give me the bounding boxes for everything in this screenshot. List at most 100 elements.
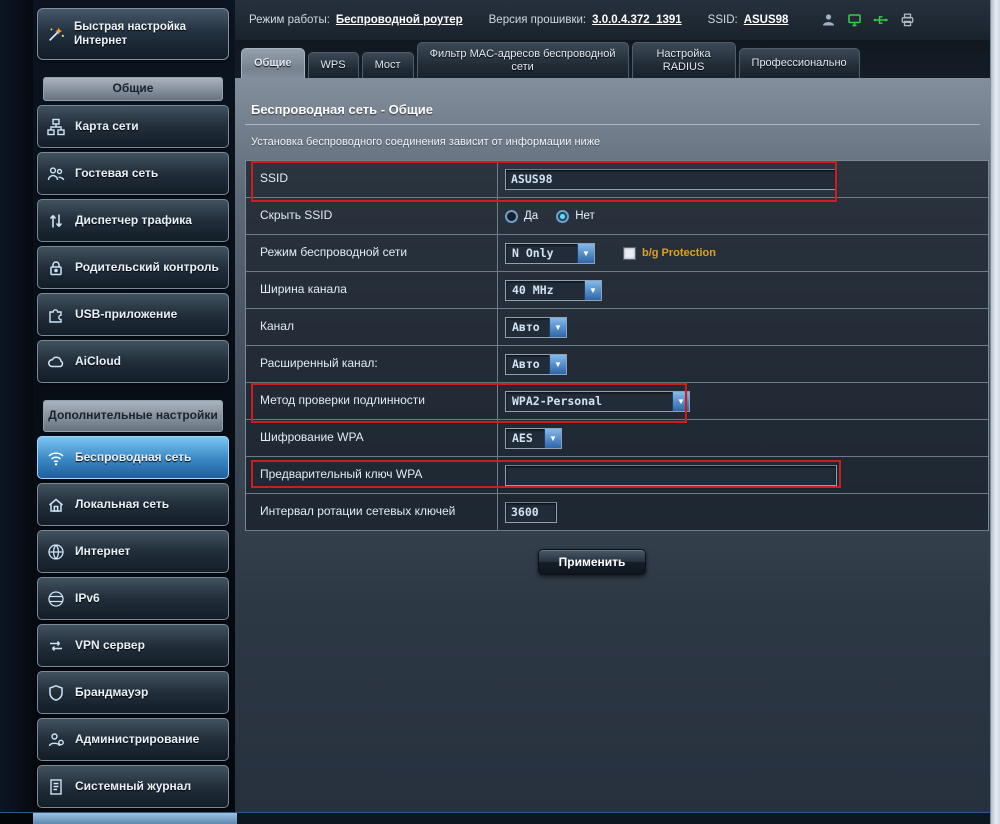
- channel-width-select[interactable]: 40 MHz ▼: [505, 280, 602, 301]
- channel-select[interactable]: Авто ▼: [505, 317, 567, 338]
- sidebar-item-label: Брандмауэр: [75, 686, 148, 700]
- clients-icon[interactable]: [820, 12, 837, 28]
- sidebar-item-label: USB-приложение: [75, 308, 177, 322]
- router-admin-page: Быстрая настройка Интернет Общие Карта с…: [0, 0, 1000, 824]
- sidebar-item-wireless[interactable]: Беспроводная сеть: [37, 436, 229, 479]
- key-rotation-label: Интервал ротации сетевых ключей: [246, 494, 498, 530]
- sidebar-item-parental-control[interactable]: Родительский контроль: [37, 246, 229, 289]
- form-row-wireless-mode: Режим беспроводной сети N Only ▼ b/g Pro…: [246, 235, 988, 272]
- tab-mac-filter[interactable]: Фильтр MAC-адресов беспроводной сети: [417, 42, 629, 78]
- channel-width-label: Ширина канала: [246, 272, 498, 308]
- tab-radius[interactable]: Настройка RADIUS: [632, 42, 736, 78]
- wireless-icon: [46, 449, 66, 467]
- form-row-wpa-key: Предварительный ключ WPA: [246, 457, 988, 494]
- hide-ssid-yes-radio[interactable]: [505, 210, 518, 223]
- key-rotation-input[interactable]: [505, 502, 557, 523]
- firmware-value-link[interactable]: 3.0.0.4.372_1391: [592, 14, 682, 26]
- printer-status-icon[interactable]: [899, 12, 916, 28]
- usb-status-icon[interactable]: [872, 12, 890, 28]
- sidebar-item-label: IPv6: [75, 592, 100, 606]
- chevron-down-icon: ▼: [672, 392, 689, 411]
- sidebar-item-guest-network[interactable]: Гостевая сеть: [37, 152, 229, 195]
- extension-channel-select[interactable]: Авто ▼: [505, 354, 567, 375]
- tab-bridge[interactable]: Мост: [362, 52, 414, 78]
- network-status-icon[interactable]: [846, 12, 863, 28]
- wireless-mode-value: N Only: [506, 244, 577, 263]
- tab-general[interactable]: Общие: [241, 48, 305, 78]
- sidebar-header-general: Общие: [43, 77, 223, 101]
- wireless-mode-label: Режим беспроводной сети: [246, 235, 498, 271]
- syslog-icon: [46, 778, 66, 796]
- auth-method-value: WPA2-Personal: [506, 392, 672, 411]
- usb-app-icon: [46, 306, 66, 324]
- form-row-extension-channel: Расширенный канал: Авто ▼: [246, 346, 988, 383]
- sidebar-item-lan[interactable]: Локальная сеть: [37, 483, 229, 526]
- wpa-key-input[interactable]: [505, 465, 837, 486]
- traffic-manager-icon: [46, 212, 66, 230]
- auth-method-select[interactable]: WPA2-Personal ▼: [505, 391, 690, 412]
- hide-ssid-no-label: Нет: [575, 210, 595, 222]
- form-row-ssid: SSID: [246, 161, 988, 198]
- sidebar-item-vpn-server[interactable]: VPN сервер: [37, 624, 229, 667]
- wpa-encryption-label: Шифрование WPA: [246, 420, 498, 456]
- firewall-icon: [46, 684, 66, 702]
- ssid-input[interactable]: [505, 169, 837, 190]
- chevron-down-icon: ▼: [549, 355, 566, 374]
- mode-value-link[interactable]: Беспроводной роутер: [336, 14, 463, 26]
- lan-icon: [46, 496, 66, 514]
- sidebar-item-aicloud[interactable]: AiCloud: [37, 340, 229, 383]
- sidebar-item-network-map[interactable]: Карта сети: [37, 105, 229, 148]
- wireless-mode-select[interactable]: N Only ▼: [505, 243, 595, 264]
- sidebar-item-system-log[interactable]: Системный журнал: [37, 765, 229, 808]
- bg-protection-label: b/g Protection: [642, 247, 716, 259]
- sidebar-item-administration[interactable]: Администри­рование: [37, 718, 229, 761]
- apply-button[interactable]: Применить: [538, 549, 646, 575]
- chevron-down-icon: ▼: [549, 318, 566, 337]
- channel-value: Авто: [506, 318, 549, 337]
- sidebar-header-advanced: Дополнительные настройки: [43, 400, 223, 432]
- sidebar-item-firewall[interactable]: Брандмауэр: [37, 671, 229, 714]
- sidebar-item-label: Гостевая сеть: [75, 167, 158, 181]
- hide-ssid-yes-label: Да: [524, 210, 538, 222]
- sidebar: Быстрая настройка Интернет Общие Карта с…: [33, 0, 235, 812]
- vpn-icon: [46, 637, 66, 655]
- mode-label: Режим работы:: [249, 14, 330, 26]
- bg-protection-checkbox[interactable]: [623, 247, 636, 260]
- ssid-topbar-label: SSID:: [708, 14, 738, 26]
- wan-icon: [46, 543, 66, 561]
- status-topbar: Режим работы: Беспроводной роутер Версия…: [235, 0, 990, 40]
- window-left-edge: [0, 0, 33, 824]
- hide-ssid-no-radio[interactable]: [556, 210, 569, 223]
- sidebar-item-label: VPN сервер: [75, 639, 145, 653]
- quick-setup-button[interactable]: Быстрая настройка Интернет: [37, 8, 229, 60]
- sidebar-item-label: Системный журнал: [75, 780, 191, 794]
- chevron-down-icon: ▼: [544, 429, 561, 448]
- ssid-topbar-value-link[interactable]: ASUS98: [744, 14, 789, 26]
- sidebar-item-ipv6[interactable]: IPv6: [37, 577, 229, 620]
- sidebar-item-label: Диспетчер трафика: [75, 214, 192, 228]
- chevron-down-icon: ▼: [577, 244, 594, 263]
- sidebar-item-traffic-manager[interactable]: Диспетчер трафика: [37, 199, 229, 242]
- sidebar-item-label: Родительский контроль: [75, 261, 219, 275]
- wpa-encryption-select[interactable]: AES ▼: [505, 428, 562, 449]
- channel-width-value: 40 MHz: [506, 281, 584, 300]
- extension-channel-label: Расширенный канал:: [246, 346, 498, 382]
- hide-ssid-label: Скрыть SSID: [246, 198, 498, 234]
- sidebar-item-label: Администри­рование: [75, 733, 199, 747]
- main-content: Беспроводная сеть - Общие Установка бесп…: [235, 78, 990, 812]
- sidebar-item-wan[interactable]: Интернет: [37, 530, 229, 573]
- sidebar-item-label: Локальная сеть: [75, 498, 169, 512]
- form-row-wpa-encryption: Шифрование WPA AES ▼: [246, 420, 988, 457]
- firmware-label: Версия прошивки:: [489, 14, 587, 26]
- sidebar-item-usb-application[interactable]: USB-приложение: [37, 293, 229, 336]
- sidebar-item-label: AiCloud: [75, 355, 121, 369]
- form-row-auth-method: Метод проверки подлинности WPA2-Personal…: [246, 383, 988, 420]
- page-title: Беспроводная сеть - Общие: [245, 102, 980, 125]
- guest-network-icon: [46, 165, 66, 183]
- chevron-down-icon: ▼: [584, 281, 601, 300]
- tab-wps[interactable]: WPS: [308, 52, 359, 78]
- window-bottom-edge: [0, 812, 990, 824]
- form-row-hide-ssid: Скрыть SSID Да Нет: [246, 198, 988, 235]
- scrollbar[interactable]: [990, 0, 1000, 824]
- tab-professional[interactable]: Профессионально: [739, 48, 860, 78]
